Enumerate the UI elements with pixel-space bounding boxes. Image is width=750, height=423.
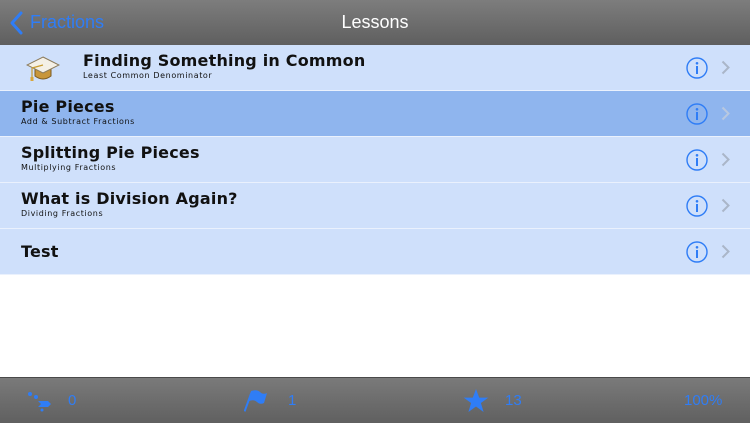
toolbar-item-trail[interactable]: 0: [26, 378, 76, 423]
lesson-subtitle: Multiplying Fractions: [21, 163, 117, 172]
chevron-right-icon: [721, 152, 730, 167]
chevron-right-icon: [721, 60, 730, 75]
lesson-text: Pie Pieces Add & Subtract Fractions: [21, 97, 135, 127]
toolbar-value: 100%: [684, 392, 723, 409]
chevron-right-icon: [721, 198, 730, 213]
lesson-row-splitting-pie-pieces[interactable]: Splitting Pie Pieces Multiplying Fractio…: [0, 137, 750, 183]
chevron-right-icon: [721, 244, 730, 259]
info-button[interactable]: [686, 149, 708, 171]
lesson-row-finding-something-in-common[interactable]: Finding Something in Common Least Common…: [0, 45, 750, 91]
toolbar-item-flag[interactable]: 1: [244, 378, 296, 423]
back-button[interactable]: Fractions: [8, 0, 104, 45]
trail-icon: [28, 391, 51, 411]
chevron-right-icon: [721, 106, 730, 121]
lesson-row-test[interactable]: Test: [0, 229, 750, 275]
toolbar-value: 1: [288, 392, 297, 409]
lesson-list: Finding Something in Common Least Common…: [0, 45, 750, 275]
lesson-text: Finding Something in Common Least Common…: [83, 51, 365, 81]
info-button[interactable]: [686, 241, 708, 263]
flag-icon: [244, 389, 267, 412]
lesson-text: What is Division Again? Dividing Fractio…: [21, 189, 238, 219]
bottom-toolbar: 0 1 13 100%: [0, 377, 750, 423]
page-title: Lessons: [341, 12, 409, 32]
lesson-text: Test: [21, 242, 59, 262]
lesson-title: Splitting Pie Pieces: [21, 143, 200, 162]
info-button[interactable]: [686, 195, 708, 217]
lesson-row-pie-pieces[interactable]: Pie Pieces Add & Subtract Fractions: [0, 91, 750, 137]
graduation-cap-icon: [26, 56, 60, 81]
toolbar-item-star[interactable]: 13: [463, 378, 522, 423]
lesson-subtitle: Dividing Fractions: [21, 209, 104, 218]
info-button[interactable]: [686, 57, 708, 79]
lesson-title: Finding Something in Common: [83, 51, 366, 70]
back-button-label: Fractions: [30, 12, 105, 32]
lesson-text: Splitting Pie Pieces Multiplying Fractio…: [21, 143, 200, 173]
toolbar-item-score[interactable]: 100%: [684, 378, 722, 423]
lesson-subtitle: Least Common Denominator: [83, 71, 213, 80]
lesson-title: What is Division Again?: [21, 189, 238, 208]
toolbar-value: 0: [68, 392, 77, 409]
toolbar-value: 13: [505, 392, 522, 409]
lesson-row-what-is-division-again[interactable]: What is Division Again? Dividing Fractio…: [0, 183, 750, 229]
star-icon: [463, 388, 489, 412]
info-button[interactable]: [686, 103, 708, 125]
lesson-title: Test: [21, 242, 59, 261]
lesson-title: Pie Pieces: [21, 97, 115, 116]
chevron-left-icon: [10, 11, 23, 34]
navigation-bar: Fractions Lessons: [0, 0, 750, 46]
lesson-subtitle: Add & Subtract Fractions: [21, 117, 135, 126]
